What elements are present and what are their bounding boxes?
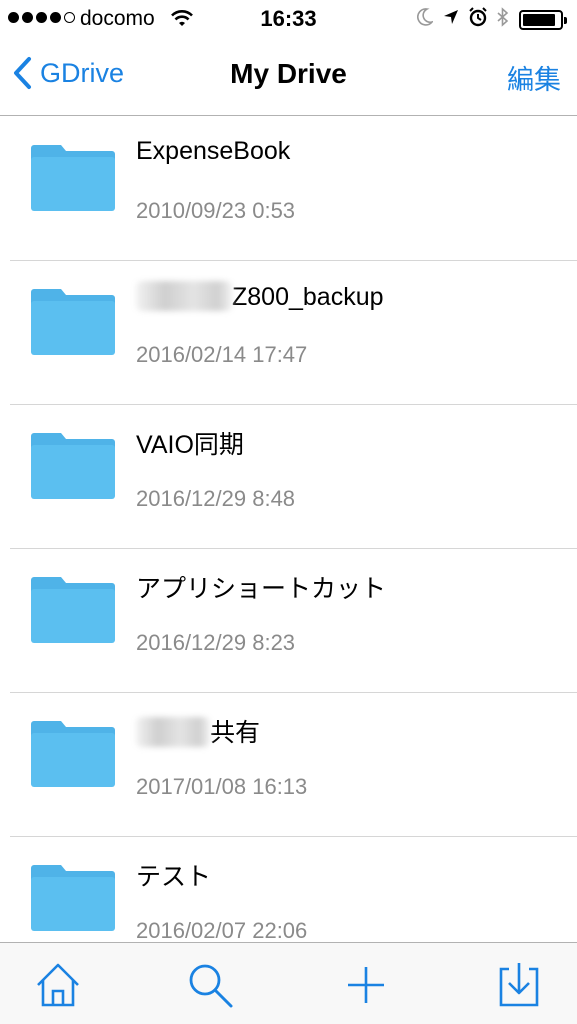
navigation-bar: GDrive My Drive 編集	[0, 40, 577, 116]
chevron-left-icon	[14, 57, 31, 89]
back-button[interactable]: GDrive	[12, 56, 124, 90]
file-name: アプリショートカット	[136, 575, 387, 603]
status-bar: docomo 16:33	[0, 0, 577, 40]
file-name-container: 共有	[136, 713, 260, 749]
location-arrow-icon	[443, 8, 459, 32]
file-date: 2010/09/23 0:53	[136, 198, 296, 223]
folder-icon	[31, 145, 115, 211]
list-item[interactable]: VAIO同期 2016/12/29 8:48	[0, 405, 577, 549]
search-icon[interactable]	[186, 961, 234, 1009]
battery-icon	[519, 10, 567, 30]
screen: docomo 16:33 GDrive My Drive 編集 ExpenseB…	[0, 0, 577, 1024]
file-date: 2016/02/07 22:06	[136, 918, 308, 943]
file-name-container: Z800_backup	[136, 281, 384, 312]
add-icon[interactable]	[342, 961, 390, 1009]
file-date: 2016/12/29 8:48	[136, 486, 296, 511]
file-date: 2016/02/14 17:47	[136, 342, 308, 367]
alarm-icon	[469, 7, 487, 33]
list-item[interactable]: アプリショートカット 2016/12/29 8:23	[0, 549, 577, 693]
file-name: 共有	[210, 719, 261, 747]
file-date: 2016/12/29 8:23	[136, 630, 296, 655]
file-list: ExpenseBook 2010/09/23 0:53 Z800_backup …	[0, 117, 577, 943]
folder-icon	[31, 433, 115, 499]
file-name: Z800_backup	[232, 283, 384, 311]
list-item[interactable]: テスト 2016/02/07 22:06	[0, 837, 577, 943]
tab-bar	[0, 942, 577, 1024]
download-icon[interactable]	[495, 961, 543, 1009]
list-item[interactable]: Z800_backup 2016/02/14 17:47	[0, 261, 577, 405]
folder-icon	[31, 289, 115, 355]
file-date: 2017/01/08 16:13	[136, 774, 308, 799]
back-button-label: GDrive	[40, 57, 125, 88]
bluetooth-icon	[497, 7, 509, 33]
file-name: VAIO同期	[136, 431, 244, 459]
redacted-text	[136, 717, 210, 747]
redacted-text	[136, 281, 232, 311]
list-item[interactable]: 共有 2017/01/08 16:13	[0, 693, 577, 837]
moon-icon	[417, 8, 435, 32]
folder-icon	[31, 865, 115, 931]
file-name: テスト	[136, 863, 212, 891]
list-item[interactable]: ExpenseBook 2010/09/23 0:53	[0, 117, 577, 261]
home-icon[interactable]	[34, 961, 82, 1009]
edit-button[interactable]: 編集	[507, 58, 561, 97]
folder-icon	[31, 721, 115, 787]
file-name: ExpenseBook	[136, 137, 291, 165]
folder-icon	[31, 577, 115, 643]
